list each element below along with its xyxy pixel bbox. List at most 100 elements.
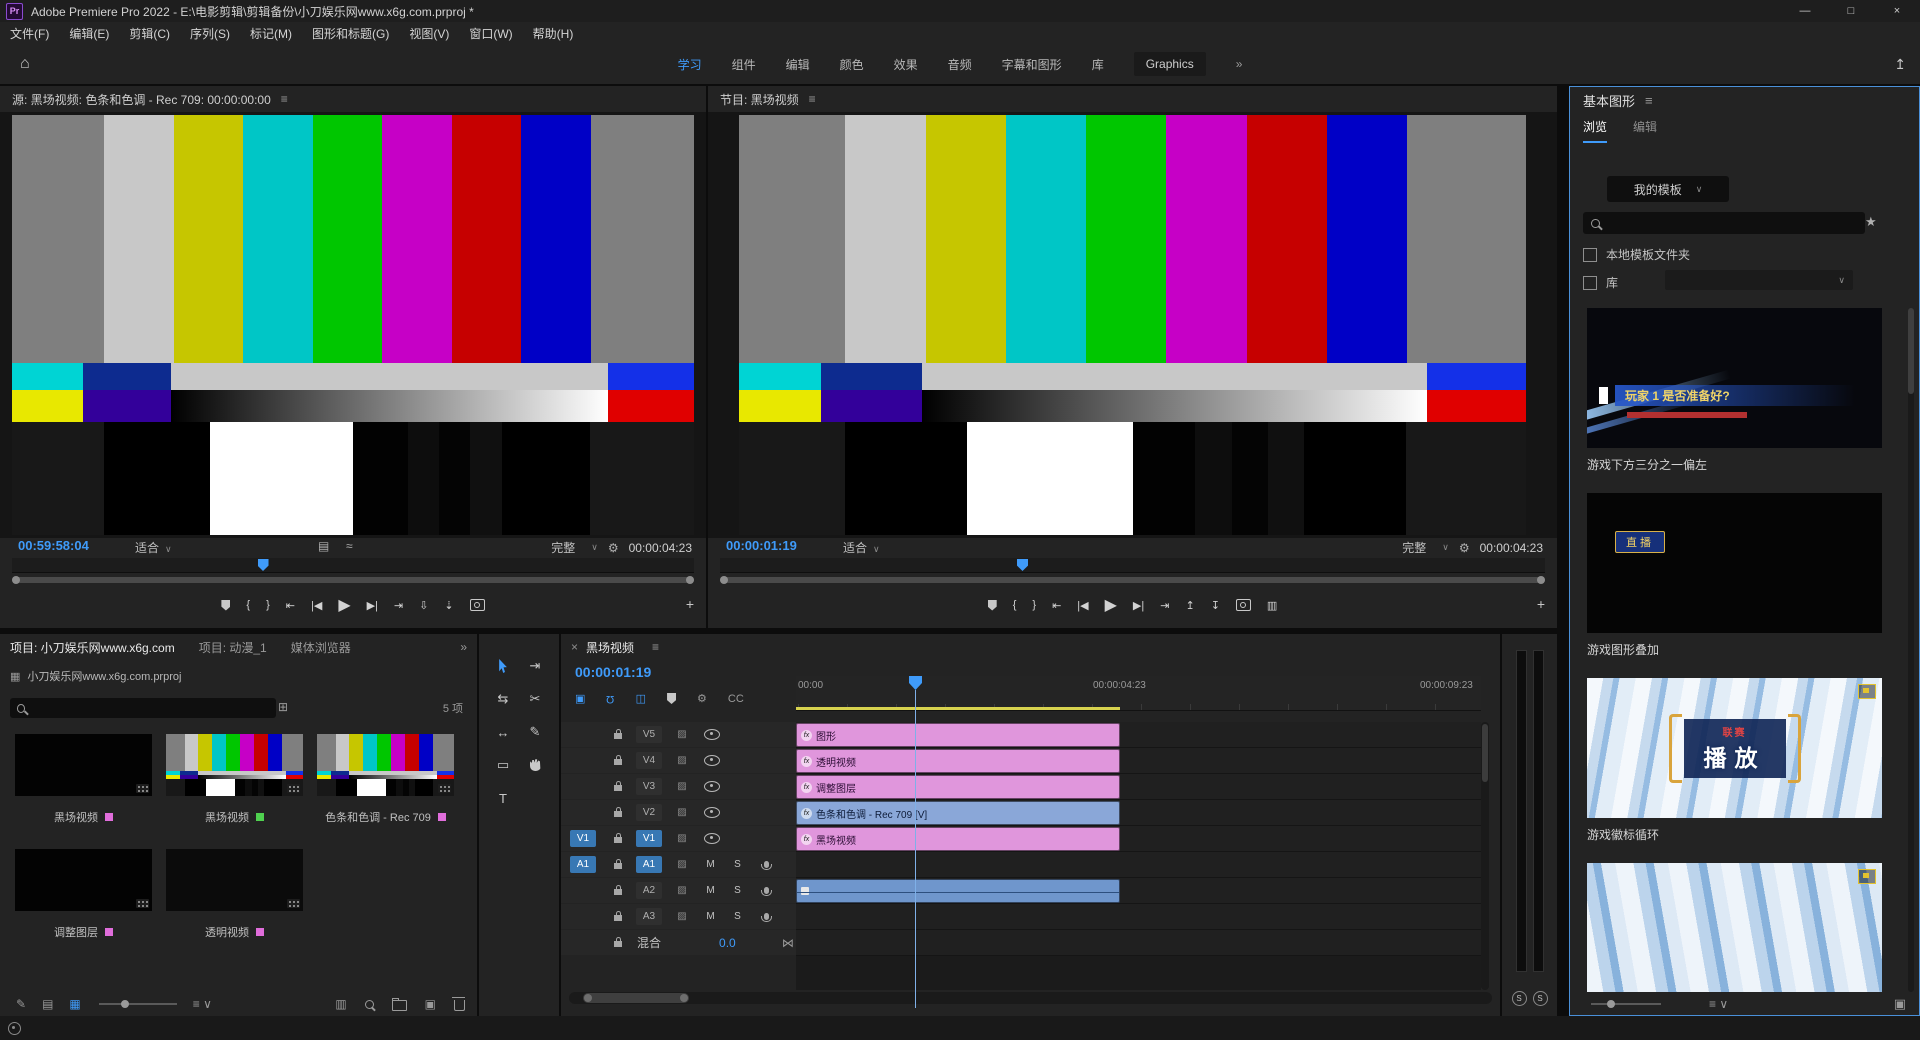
panel-overflow-icon[interactable]: » bbox=[460, 640, 467, 654]
voiceover-mic-icon[interactable] bbox=[764, 913, 769, 920]
sync-lock-icon[interactable]: ▨ bbox=[677, 833, 686, 844]
go-to-out-button[interactable]: ⇥ bbox=[1160, 599, 1169, 612]
program-quality-select[interactable]: 完整 bbox=[1402, 539, 1426, 556]
type-tool[interactable]: T bbox=[487, 788, 519, 808]
mute-button[interactable]: M bbox=[697, 859, 724, 870]
template-card[interactable]: 联赛 播放 游戏徽标循环 bbox=[1587, 678, 1882, 843]
project-search-input[interactable] bbox=[31, 701, 269, 715]
overwrite-button[interactable]: ⇣ bbox=[444, 599, 453, 612]
close-button[interactable]: × bbox=[1874, 0, 1920, 22]
mute-button[interactable]: M bbox=[697, 911, 724, 922]
step-forward-button[interactable]: ▶| bbox=[1133, 599, 1144, 612]
program-playhead-marker[interactable] bbox=[1017, 559, 1028, 571]
project-item[interactable]: 黑场视频 bbox=[15, 734, 166, 825]
track-target-v2[interactable]: V2 bbox=[636, 804, 662, 821]
panel-menu-icon[interactable]: ≡ bbox=[281, 92, 288, 106]
snap-toggle[interactable]: Ω bbox=[606, 693, 614, 705]
library-select[interactable]: ∨ bbox=[1665, 270, 1853, 290]
timeline-timecode[interactable]: 00:00:01:19 bbox=[575, 664, 651, 680]
track-output-eye-icon[interactable] bbox=[704, 807, 720, 818]
menu-item[interactable]: 编辑(E) bbox=[59, 25, 119, 42]
source-monitor-title[interactable]: 源: 黑场视频: 色条和色调 - Rec 709: 00:00:00:00 bbox=[12, 91, 271, 108]
source-patch-a1[interactable]: A1 bbox=[570, 856, 596, 873]
project-tab-2[interactable]: 项目: 动漫_1 bbox=[199, 639, 267, 656]
source-zoom-select[interactable]: 适合∨ bbox=[135, 539, 172, 556]
playhead-line[interactable] bbox=[915, 690, 916, 1008]
timeline-vertical-scrollbar[interactable] bbox=[1481, 722, 1489, 990]
timeline-clip-a2[interactable] bbox=[796, 879, 1120, 903]
workspace-overflow-icon[interactable]: » bbox=[1236, 57, 1243, 71]
menu-item[interactable]: 视图(V) bbox=[399, 25, 459, 42]
lock-icon[interactable] bbox=[614, 941, 622, 947]
captions-button[interactable]: CC bbox=[728, 693, 744, 705]
export-frame-button[interactable] bbox=[1236, 599, 1251, 611]
search-bin-icon[interactable]: ⊞ bbox=[278, 700, 288, 714]
source-quality-select[interactable]: 完整 bbox=[551, 539, 575, 556]
track-output-eye-icon[interactable] bbox=[704, 755, 720, 766]
play-button[interactable]: ▶ bbox=[338, 595, 350, 615]
project-tab-1[interactable]: 项目: 小刀娱乐网www.x6g.com bbox=[10, 639, 175, 656]
add-marker-button[interactable] bbox=[988, 600, 997, 611]
linked-selection-toggle[interactable]: ◫ bbox=[636, 692, 646, 705]
hand-tool[interactable] bbox=[519, 755, 551, 775]
writable-pencil-icon[interactable]: ✎ bbox=[16, 997, 26, 1011]
go-to-in-button[interactable]: ⇤ bbox=[1052, 599, 1061, 612]
timeline-clip-v3[interactable]: fx调整图层 bbox=[796, 775, 1120, 799]
program-zoom-bar[interactable] bbox=[720, 576, 1545, 584]
keyframe-toggle-icon[interactable]: ⋈ bbox=[782, 936, 794, 950]
icon-view-icon[interactable]: ▦ bbox=[69, 997, 80, 1011]
lock-icon[interactable] bbox=[614, 811, 622, 817]
lock-icon[interactable] bbox=[614, 889, 622, 895]
quick-export-icon[interactable]: ↥ bbox=[1894, 56, 1906, 73]
nest-source-toggle[interactable]: ▣ bbox=[575, 692, 585, 705]
rectangle-tool[interactable]: ▭ bbox=[487, 755, 519, 775]
comparison-view-button[interactable]: ▥ bbox=[1267, 599, 1277, 612]
track-target-a1[interactable]: A1 bbox=[636, 856, 662, 873]
sync-lock-icon[interactable]: ▨ bbox=[677, 911, 686, 922]
program-monitor-title[interactable]: 节目: 黑场视频 bbox=[720, 91, 799, 108]
panel-menu-icon[interactable]: ≡ bbox=[652, 640, 659, 654]
sync-lock-icon[interactable]: ▨ bbox=[677, 859, 686, 870]
lock-icon[interactable] bbox=[614, 759, 622, 765]
breadcrumb[interactable]: ▦ 小刀娱乐网www.x6g.com.prproj bbox=[10, 668, 181, 684]
project-item[interactable]: 色条和色调 - Rec 709 bbox=[317, 734, 468, 825]
template-thumbnail[interactable]: 联赛 播放 bbox=[1587, 678, 1882, 818]
track-target-v4[interactable]: V4 bbox=[636, 752, 662, 769]
maximize-button[interactable]: □ bbox=[1828, 0, 1874, 22]
tab-browse[interactable]: 浏览 bbox=[1583, 118, 1607, 143]
solo-button[interactable]: S bbox=[724, 911, 751, 922]
new-bin-icon[interactable] bbox=[392, 1000, 407, 1011]
template-scrollbar[interactable] bbox=[1908, 308, 1914, 992]
favorites-star-icon[interactable]: ★ bbox=[1865, 214, 1877, 230]
slip-tool[interactable]: ↔ bbox=[487, 722, 519, 742]
sync-lock-icon[interactable]: ▨ bbox=[677, 755, 686, 766]
track-target-a3[interactable]: A3 bbox=[636, 908, 662, 925]
timeline-ruler[interactable]: 00:0000:00:04:2300:00:09:23 bbox=[796, 676, 1481, 711]
program-timecode[interactable]: 00:00:01:19 bbox=[726, 538, 797, 553]
lock-icon[interactable] bbox=[614, 837, 622, 843]
pen-tool[interactable]: ✎ bbox=[519, 722, 551, 742]
project-item-thumbnail[interactable] bbox=[15, 849, 152, 911]
filter-local-templates[interactable]: 本地模板文件夹 bbox=[1583, 246, 1690, 263]
track-target-v3[interactable]: V3 bbox=[636, 778, 662, 795]
menu-item[interactable]: 剪辑(C) bbox=[119, 25, 180, 42]
timeline-clip-v4[interactable]: fx透明视频 bbox=[796, 749, 1120, 773]
workspace-tab-7[interactable]: 字幕和图形 bbox=[1002, 56, 1062, 73]
program-zoom-select[interactable]: 适合∨ bbox=[843, 539, 880, 556]
sync-lock-icon[interactable]: ▨ bbox=[677, 885, 686, 896]
voiceover-mic-icon[interactable] bbox=[764, 861, 769, 868]
tab-edit[interactable]: 编辑 bbox=[1633, 118, 1657, 143]
project-item[interactable]: 透明视频 bbox=[166, 849, 317, 940]
mark-out-button[interactable]: } bbox=[266, 599, 270, 611]
project-item-thumbnail[interactable] bbox=[317, 734, 454, 796]
timeline-clip-v1[interactable]: fx黑场视频 bbox=[796, 827, 1120, 851]
menu-item[interactable]: 序列(S) bbox=[180, 25, 240, 42]
track-target-v1[interactable]: V1 bbox=[636, 830, 662, 847]
lock-icon[interactable] bbox=[614, 915, 622, 921]
sync-lock-icon[interactable]: ▨ bbox=[677, 781, 686, 792]
workspace-tab-1[interactable]: 学习 bbox=[678, 56, 702, 73]
close-tab-icon[interactable]: × bbox=[571, 640, 578, 654]
template-thumbnail[interactable]: 玩家 1 是否准备好? bbox=[1587, 308, 1882, 448]
step-back-button[interactable]: |◀ bbox=[1077, 599, 1088, 612]
my-templates-dropdown[interactable]: 我的模板∨ bbox=[1607, 176, 1729, 202]
